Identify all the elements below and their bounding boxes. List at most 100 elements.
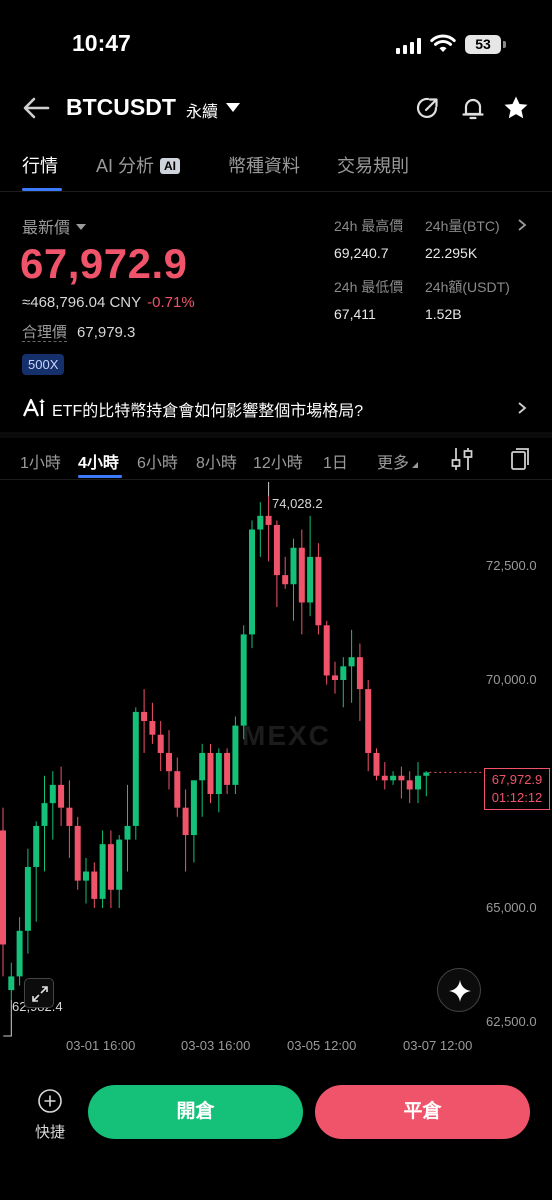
candle-body: [24, 866, 31, 931]
stat-vol-btc-label: 24h量(BTC): [425, 218, 500, 234]
candle-body: [406, 780, 413, 790]
quick-label: 快捷: [34, 1124, 65, 1141]
tab-market[interactable]: 行情: [22, 152, 58, 178]
candle-body: [174, 771, 181, 808]
candle-body: [157, 734, 164, 753]
price-chart[interactable]: MEXC 72,500.0 70,000.0 65,000.0 62,500.0…: [0, 482, 552, 1062]
bell-icon[interactable]: [459, 94, 487, 122]
candle-body: [390, 775, 397, 781]
candle-body: [215, 752, 222, 794]
candle-body: [365, 689, 372, 753]
candle-body: [373, 752, 380, 776]
candle-body: [0, 830, 6, 945]
candle-body: [207, 752, 214, 794]
caret-down-icon[interactable]: [226, 103, 240, 112]
stat-high-label: 24h 最高價: [334, 218, 404, 234]
ai-icon: [22, 398, 45, 417]
fair-price-value: 67,979.3: [77, 324, 136, 341]
candle-body: [240, 634, 247, 726]
candle-body: [8, 976, 15, 991]
candle-body: [99, 844, 106, 899]
share-icon[interactable]: [414, 94, 442, 122]
tab-ai-analysis[interactable]: AI 分析 AI: [96, 152, 181, 178]
promo-text: ETF的比特幣持倉會如何影響整個市場格局?: [52, 403, 364, 420]
ai-promo-banner[interactable]: ETF的比特幣持倉會如何影響整個市場格局?: [0, 392, 552, 426]
header: BTCUSDT 永續: [0, 86, 552, 130]
interval-more[interactable]: 更多: [377, 449, 419, 473]
fullscreen-button[interactable]: [24, 978, 54, 1008]
candle-body: [66, 807, 73, 826]
chevron-right-icon: [518, 402, 527, 414]
last-price: 67,972.9: [20, 240, 188, 287]
candle-body: [182, 807, 189, 836]
x-tick: 03-03 16:00: [181, 1038, 251, 1053]
status-time: 10:47: [72, 30, 131, 56]
leverage-badge: 500X: [22, 354, 65, 375]
open-position-button[interactable]: 開倉: [88, 1085, 303, 1139]
candle-body: [273, 524, 280, 576]
low-marker-line: [3, 1000, 12, 1037]
wifi-icon: [430, 34, 456, 52]
price-type-selector[interactable]: 最新價: [22, 214, 87, 238]
y-tick: 70,000.0: [486, 672, 537, 687]
y-tick: 62,500.0: [486, 1014, 537, 1029]
x-tick: 03-01 16:00: [66, 1038, 136, 1053]
fair-price-label[interactable]: 合理價: [22, 324, 68, 342]
candle-body: [41, 803, 48, 826]
cny-equivalent: ≈468,796.04 CNY -0.71%: [22, 294, 195, 311]
active-interval-underline: [78, 475, 122, 478]
candle-body: [348, 657, 355, 667]
candle-body: [315, 556, 322, 626]
candle-body: [423, 772, 430, 776]
candle-body: [282, 575, 289, 585]
candle-body: [124, 825, 131, 840]
contract-type[interactable]: 永續: [186, 98, 218, 122]
bottom-action-bar: 快捷 開倉 平倉: [0, 1062, 552, 1200]
battery-tip: [503, 41, 506, 48]
favorite-star-icon[interactable]: [502, 94, 530, 122]
tab-trading-rules[interactable]: 交易規則: [337, 152, 409, 178]
candle-body: [116, 839, 123, 890]
symbol-title[interactable]: BTCUSDT: [66, 94, 176, 121]
interval-4h[interactable]: 4小時: [78, 449, 119, 473]
interval-1d[interactable]: 1日: [323, 449, 348, 473]
candle-body: [340, 666, 347, 680]
high-marker-line: [268, 482, 270, 497]
candle-body: [74, 825, 81, 881]
close-position-button[interactable]: 平倉: [315, 1085, 530, 1139]
main-tabs: 行情 AI 分析 AI 幣種資料 交易規則: [0, 140, 552, 192]
candle-body: [107, 844, 114, 890]
candle-body: [356, 657, 363, 690]
candle-body: [232, 725, 239, 785]
fair-price-row: 合理價 67,979.3: [22, 321, 135, 342]
high-marker-label: 74,028.2: [272, 496, 323, 511]
candle-body: [58, 784, 65, 808]
candle-body: [149, 721, 156, 735]
chevron-right-icon[interactable]: [516, 218, 528, 232]
interval-more-label: 更多: [377, 455, 410, 472]
sparkle-icon: [449, 980, 471, 1002]
interval-8h[interactable]: 8小時: [196, 449, 237, 473]
candle-body: [307, 556, 314, 603]
price-label-text: 最新價: [22, 220, 71, 237]
copy-icon[interactable]: [509, 446, 531, 472]
x-tick: 03-05 12:00: [287, 1038, 357, 1053]
candle-body: [415, 775, 421, 790]
candle-body: [199, 752, 206, 781]
quick-button[interactable]: 快捷: [30, 1088, 70, 1142]
ai-assist-button[interactable]: [437, 968, 481, 1012]
y-tick: 65,000.0: [486, 900, 537, 915]
candle-body: [323, 625, 330, 676]
interval-6h[interactable]: 6小時: [137, 449, 178, 473]
expand-icon: [32, 986, 48, 1002]
candle-body: [290, 547, 297, 585]
interval-1h[interactable]: 1小時: [20, 449, 61, 473]
current-price-tag: 67,972.9 01:12:12: [484, 768, 550, 810]
tab-coin-info[interactable]: 幣種資料: [228, 152, 300, 178]
stat-vol-btc-value: 22.295K: [425, 245, 478, 261]
interval-12h[interactable]: 12小時: [253, 449, 303, 473]
candle-body: [166, 752, 172, 772]
stat-high-value: 69,240.7: [334, 245, 389, 261]
indicator-settings-icon[interactable]: [450, 446, 474, 472]
back-arrow-icon[interactable]: [20, 92, 52, 124]
